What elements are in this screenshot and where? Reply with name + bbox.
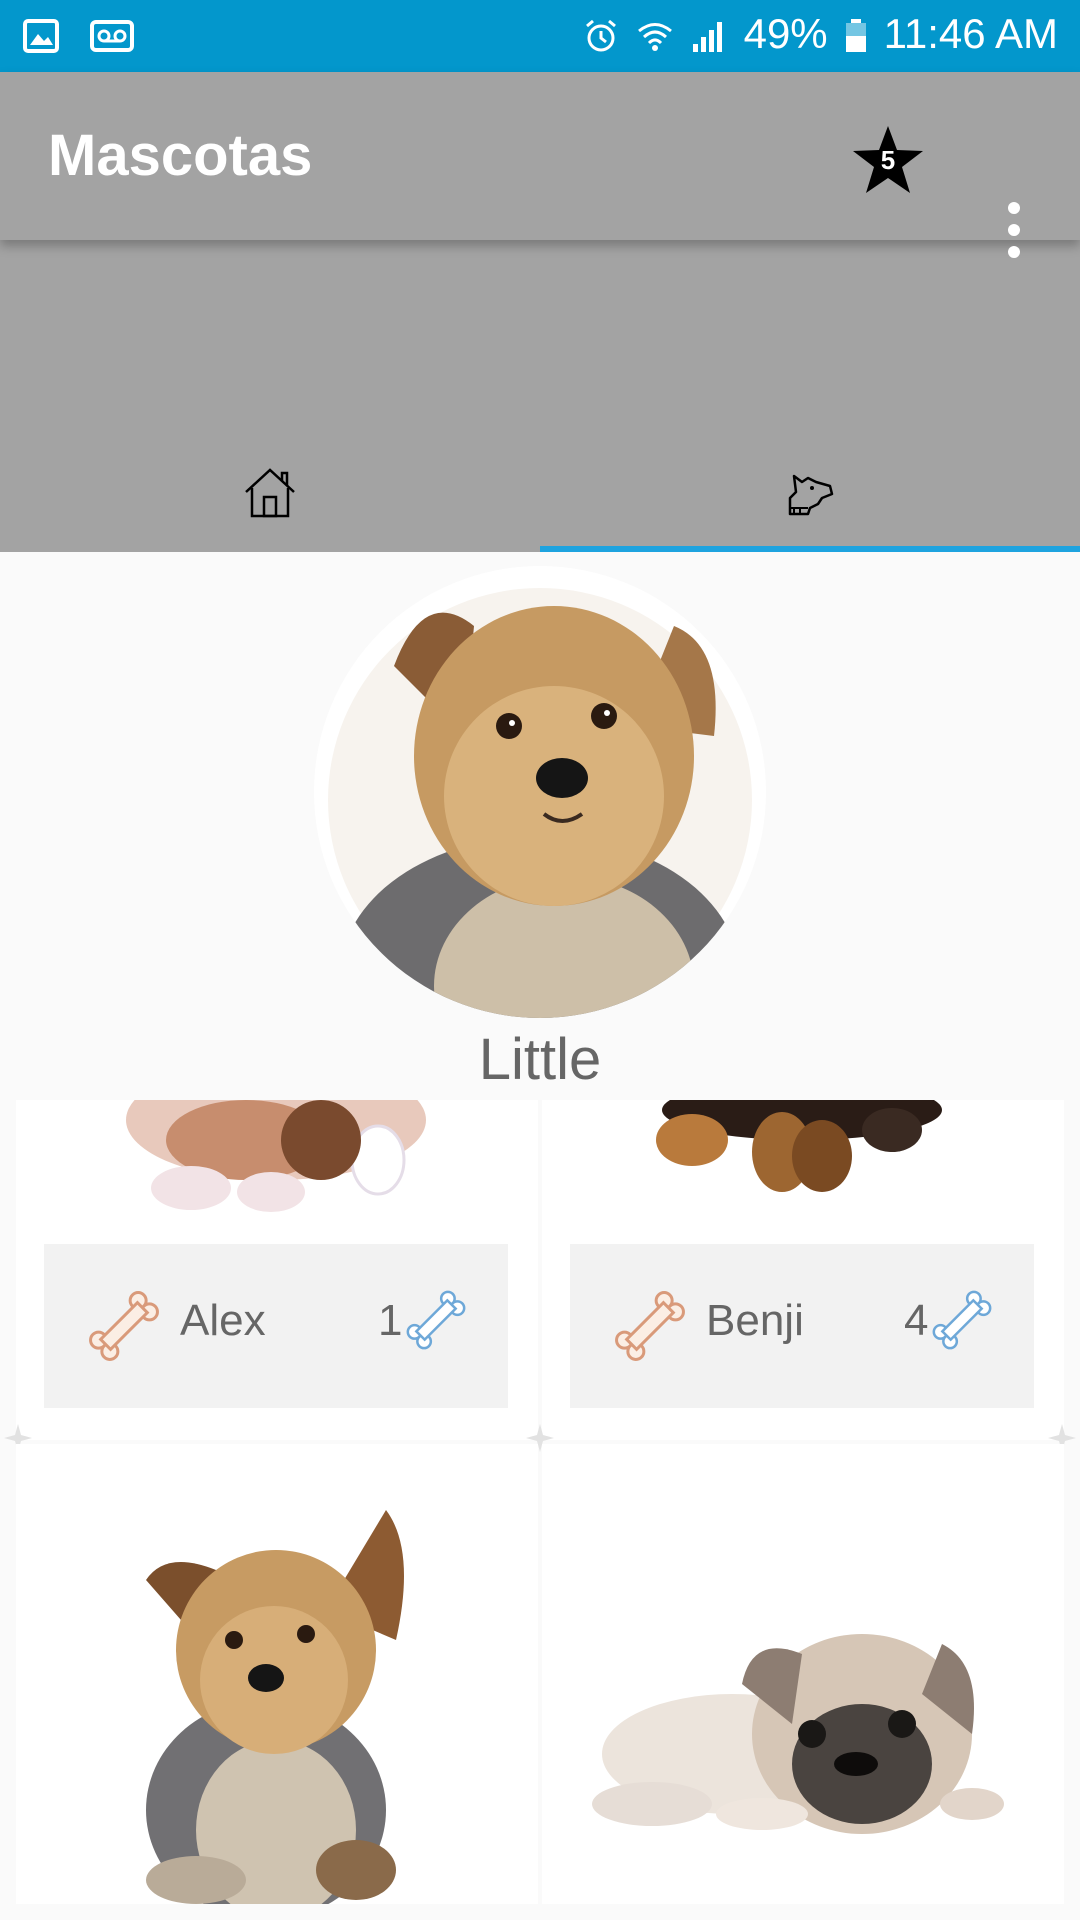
profile-name: Little: [478, 1027, 602, 1092]
battery-icon: [844, 16, 868, 52]
pet-photo: [126, 1100, 426, 1212]
yorkie-photo: [314, 566, 766, 1018]
wifi-icon: [636, 16, 674, 52]
home-icon: [245, 468, 295, 518]
favorites-count: 5: [880, 145, 896, 175]
bone-icon: [89, 1291, 159, 1361]
bone-icon: [615, 1291, 685, 1361]
like-count: 1: [378, 1296, 403, 1345]
gallery-icon: [22, 18, 60, 54]
tab-bar: [0, 432, 1080, 552]
pet-card-alex[interactable]: Alex 1: [16, 1100, 538, 1440]
battery-percentage: 49%: [743, 10, 828, 57]
pet-photo: [656, 1100, 942, 1192]
like-count: 4: [904, 1296, 929, 1345]
pet-info-bar: Benji 4: [570, 1244, 1034, 1408]
menu-dot: [1008, 224, 1020, 236]
like-bone-icon[interactable]: [930, 1288, 994, 1352]
tab-home[interactable]: [0, 432, 540, 552]
clock: 11:46 AM: [883, 10, 1058, 57]
voicemail-icon: [90, 18, 134, 54]
pet-name: Alex: [180, 1296, 266, 1345]
status-bar: 49% 11:46 AM: [0, 0, 1080, 72]
favorites-button[interactable]: 5: [850, 122, 926, 198]
pet-info-bar: Alex 1: [44, 1244, 508, 1408]
pet-card-benji[interactable]: Benji 4: [542, 1100, 1064, 1440]
status-left-icons: [22, 18, 134, 54]
app-bar: Mascotas 5: [0, 72, 1080, 258]
profile-avatar: [314, 566, 766, 1018]
pet-card[interactable]: [542, 1444, 1064, 1904]
like-bone-icon[interactable]: [404, 1288, 468, 1352]
alarm-icon: [582, 16, 620, 52]
status-right: 49% 11:46 AM: [582, 10, 1058, 58]
app-title: Mascotas: [48, 123, 313, 188]
dog-icon: [788, 474, 834, 516]
pet-photo: [146, 1510, 404, 1904]
pet-card[interactable]: [16, 1444, 538, 1904]
menu-dot: [1008, 202, 1020, 214]
header: Mascotas 5: [0, 72, 1080, 552]
signal-icon: [690, 16, 728, 52]
pet-name: Benji: [706, 1296, 804, 1345]
menu-dot: [1008, 246, 1020, 258]
tab-indicator: [540, 546, 1080, 552]
tab-pet-profile[interactable]: [540, 432, 1080, 552]
overflow-menu-button[interactable]: [1000, 202, 1028, 258]
pet-photo: [592, 1634, 1004, 1834]
